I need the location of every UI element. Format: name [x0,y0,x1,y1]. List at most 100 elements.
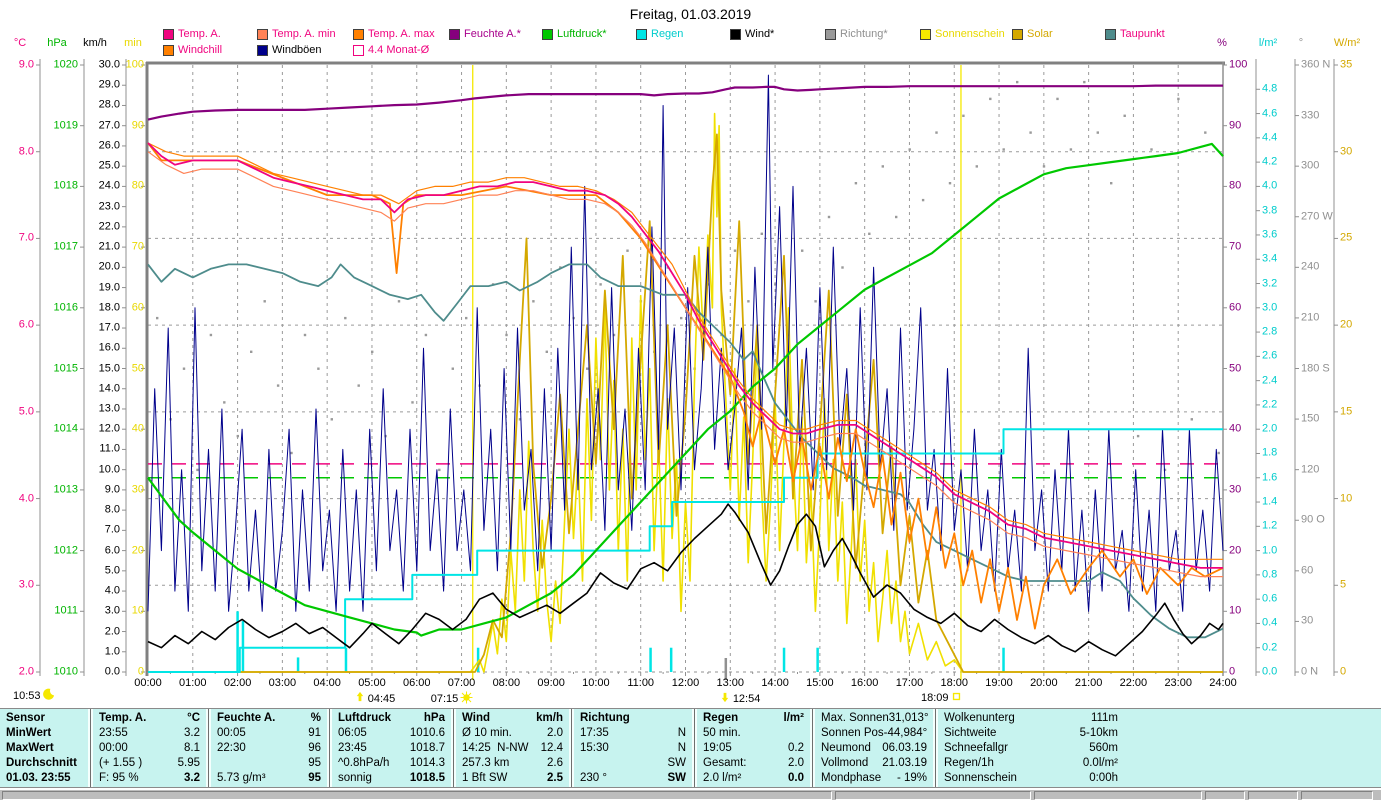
table-row: 01.03. 23:55 [6,772,71,785]
table-row: MaxWert [6,741,54,754]
tick-rain: 4.4 [1262,131,1278,144]
status-panel [1034,790,1202,800]
x-tick-label: 24:00 [1209,677,1237,689]
table-row: 230 ° SW [580,772,686,785]
moon-marker: 10:53 [13,688,55,703]
tick-rain: 4.0 [1262,179,1278,192]
x-tick-label: 07:00 [447,677,476,689]
tick-rain: 3.4 [1262,252,1278,265]
axis-unit-dir: ° [1298,37,1304,49]
table-row: 23:45 1018.7 [338,741,445,754]
table-row: Mondphase - 19% [821,772,927,785]
tick-pct: 10 [1229,604,1242,617]
tick-wm2: 15 [1340,405,1353,418]
tick-wind: 0.0 [104,665,120,678]
tick-wind: 23.0 [98,200,120,213]
table-row: Vollmond 21.03.19 [821,757,927,770]
table-row: Sichtweite 5-10km [944,726,1118,739]
x-tick-label: 13:00 [716,677,745,689]
tick-pct: 20 [1229,544,1242,557]
tick-wind: 28.0 [98,98,120,111]
tick-wm2: 20 [1340,318,1353,331]
table-row: Max. Sonnen 31,013° [821,711,929,724]
tick-temp: 2.0 [18,665,34,678]
tick-min: 100 [125,58,144,71]
tick-min: 30 [131,483,144,496]
tick-dir: 90 O [1301,513,1325,526]
table-row: 5.73 g/m³ 95 [217,772,321,785]
axis-unit-temp: °C [13,37,27,49]
tick-dir: 360 N [1301,58,1331,71]
table-row: Neumond 06.03.19 [821,741,927,754]
col-header: Luftdruck [338,711,392,724]
tick-temp: 5.0 [18,405,34,418]
table-column-astro: Max. Sonnen 31,013° Sonnen Pos -44,984° Neum… [815,709,933,787]
table-row: 1 Bft SW 2.5 [462,772,563,785]
col-header: Wind [462,711,490,724]
tick-hpa: 1010 [53,665,78,678]
tick-rain: 2.0 [1262,422,1278,435]
table-row: Sonnen Pos -44,984° [821,726,928,739]
tick-rain: 4.6 [1262,107,1278,120]
tick-wind: 16.0 [98,341,120,354]
x-tick-label: 04:00 [313,677,341,689]
axis-unit-pct: % [1217,37,1227,49]
tick-dir: 60 [1301,564,1314,577]
tick-wind: 26.0 [98,139,120,152]
sunrise-marker: 07:15 [431,691,474,707]
tick-min: 60 [131,301,144,314]
tick-dir: 120 [1301,463,1320,476]
status-panel [835,790,1031,800]
x-tick-label: 14:00 [761,677,789,689]
x-tick-label: 11:00 [627,677,655,689]
tick-rain: 1.0 [1262,544,1278,557]
tick-pct: 30 [1229,483,1242,496]
tick-rain: 0.4 [1262,616,1278,629]
tick-wind: 17.0 [98,321,120,334]
tick-wind: 29.0 [98,78,120,91]
tick-wind: 12.0 [98,422,120,435]
tick-wind: 2.0 [104,625,120,638]
tick-hpa: 1011 [54,604,78,617]
tick-rain: 1.4 [1262,495,1278,508]
x-tick-label: 21:00 [1074,677,1103,689]
x-tick-label: 10:00 [582,677,610,689]
table-row: 2.0 l/m² 0.0 [703,772,804,785]
tick-hpa: 1015 [53,362,78,374]
tick-wind: 22.0 [98,220,120,233]
x-tick-label: 06:00 [402,677,431,689]
tick-pct: 60 [1229,301,1242,314]
col-unit: km/h [536,711,563,724]
tick-pct: 50 [1229,362,1242,374]
table-row: ^0.8hPa/h 1014.3 [338,757,445,770]
table-column-weather: Wolkenunterg 111m Sichtweite 5-10km Schneefa… [938,709,1124,787]
chart-plot[interactable] [0,0,1381,710]
tick-rain: 2.6 [1262,349,1278,362]
tick-wind: 11.0 [99,442,120,455]
table-column-sensor: Sensor MinWert MaxWert Durchschnitt 01.03. 2… [0,709,88,787]
tick-wind: 9.0 [104,483,120,496]
tick-dir: 240 [1301,260,1320,273]
col-header: Regen [703,711,739,724]
tick-hpa: 1016 [53,301,78,314]
status-panel [1205,790,1245,800]
x-tick-label: 19:00 [985,677,1013,689]
table-column-regen: Regen l/m² 50 min. 19:05 0.2 Gesamt: 2.0 2.0 l/… [697,709,810,787]
tick-wind: 8.0 [104,503,120,516]
tick-wm2: 35 [1340,58,1353,71]
x-tick-label: 22:00 [1119,677,1148,689]
table-row: 95 [308,757,321,770]
tick-rain: 4.2 [1262,155,1278,168]
table-column-feuchte: Feuchte A.% 00:05 91 22:30 96 95 5.73 g/m³ 95 [211,709,327,787]
x-tick-label: 05:00 [358,677,386,689]
tick-pct: 90 [1229,119,1242,132]
tick-min: 40 [131,422,144,435]
tick-wind: 4.0 [104,584,120,597]
tick-temp: 9.0 [18,58,34,71]
tick-wm2: 10 [1340,492,1353,505]
tick-min: 10 [131,604,144,617]
sunset-icon [951,691,962,705]
table-row: 00:00 8.1 [99,741,200,754]
col-unit: hPa [423,711,445,724]
col-header: Richtung [580,711,630,724]
